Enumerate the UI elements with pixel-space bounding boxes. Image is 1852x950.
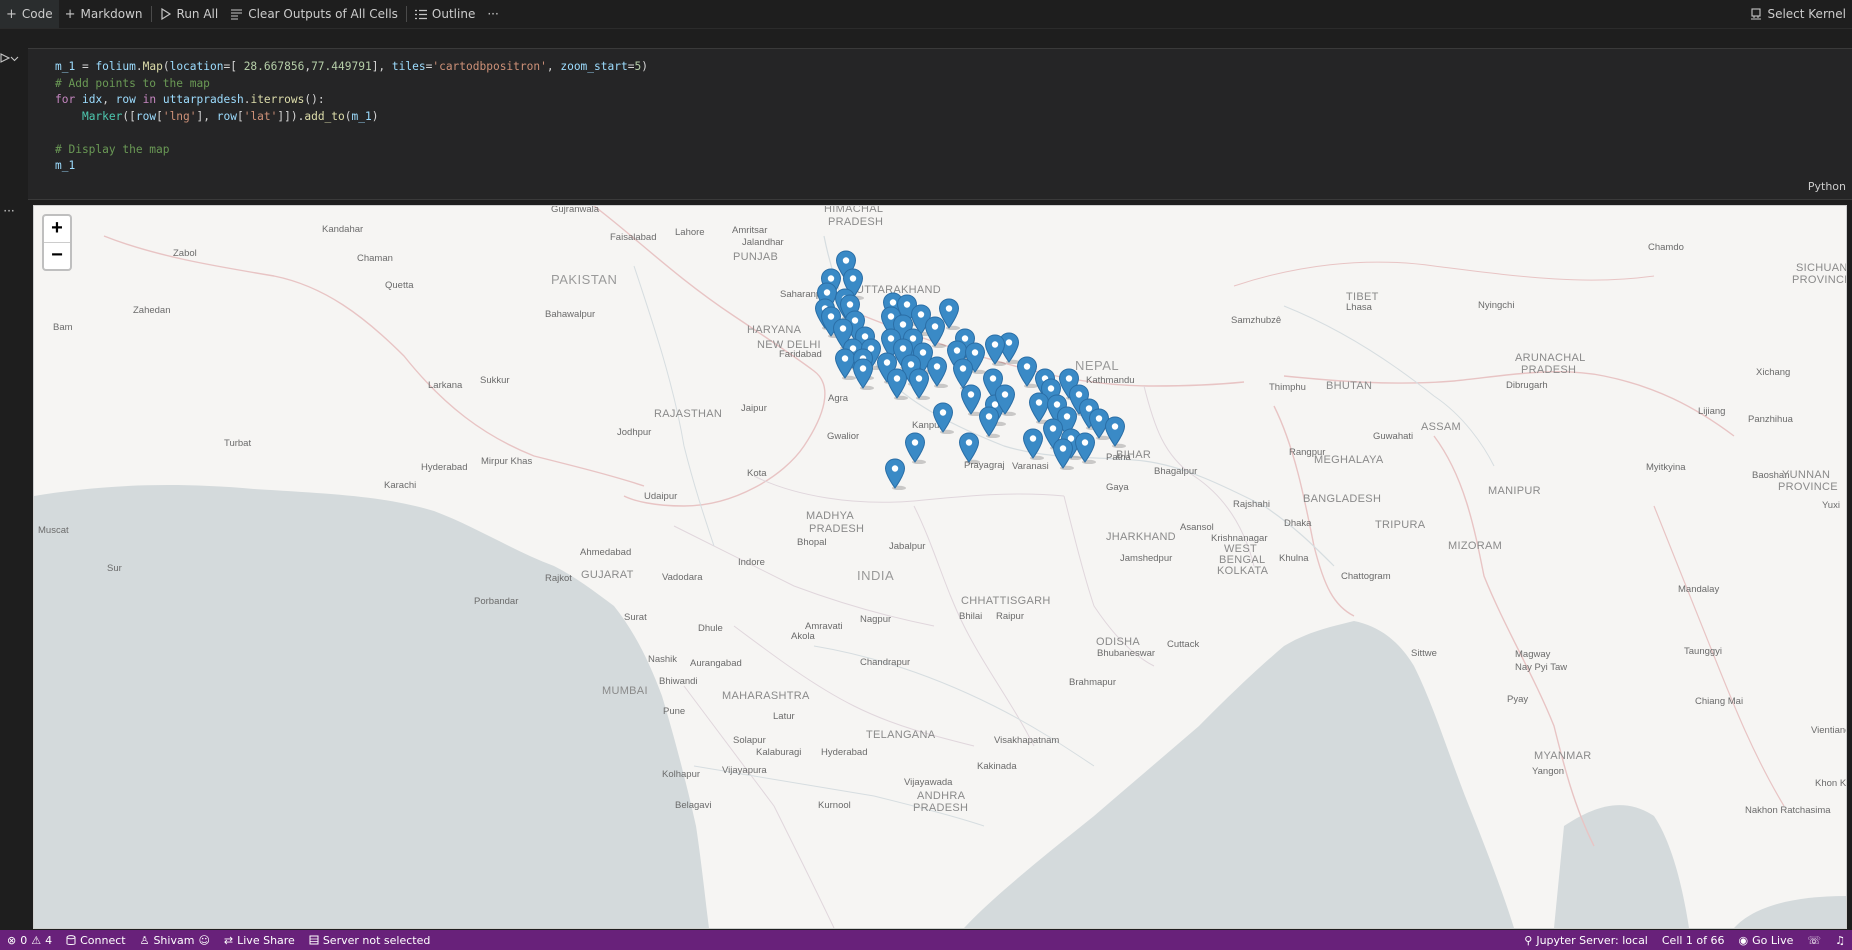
zoom-in-button[interactable]: + bbox=[44, 216, 70, 243]
broadcast-icon: ◉ bbox=[1738, 933, 1749, 947]
clear-outputs-label: Clear Outputs of All Cells bbox=[248, 7, 398, 21]
map-marker-pin-icon[interactable] bbox=[886, 368, 908, 400]
clear-all-icon bbox=[231, 9, 243, 20]
error-icon: ⊗ bbox=[7, 933, 17, 947]
live-share-icon: ⇄ bbox=[223, 933, 234, 947]
zoom-out-button[interactable]: − bbox=[44, 243, 70, 269]
feedback-icon: ☏ bbox=[1807, 933, 1822, 947]
go-live-label: Go Live bbox=[1752, 933, 1794, 947]
map-marker-pin-icon[interactable] bbox=[908, 368, 930, 400]
cell-language-label[interactable]: Python bbox=[1808, 180, 1846, 193]
map-marker-pin-icon[interactable] bbox=[1074, 432, 1096, 464]
code-line-4: Marker([row['lng'], row['lat']]).add_to(… bbox=[81, 109, 379, 123]
status-bar: ⊗ 0 ⚠ 4 Connect ♙ Shivam ☺ ⇄ Live Share … bbox=[0, 930, 1852, 950]
code-cell[interactable]: m_1 = folium.Map(location=[ 28.667856,77… bbox=[28, 48, 1852, 200]
play-icon bbox=[160, 8, 171, 20]
map-marker-pin-icon[interactable] bbox=[932, 402, 954, 434]
jupyter-label: Jupyter Server: local bbox=[1536, 933, 1648, 947]
code-line-7: m_1 bbox=[55, 159, 76, 172]
go-live-button[interactable]: ◉ Go Live bbox=[1732, 930, 1801, 950]
problems-indicator[interactable]: ⊗ 0 ⚠ 4 bbox=[0, 930, 59, 950]
ellipsis-icon: ··· bbox=[487, 7, 499, 21]
live-share-button[interactable]: ⇄ Live Share bbox=[217, 930, 302, 950]
add-markdown-cell-button[interactable]: + Markdown bbox=[59, 0, 149, 28]
server-label: Server not selected bbox=[322, 933, 431, 947]
run-all-button[interactable]: Run All bbox=[154, 0, 225, 28]
output-actions-button[interactable]: ··· bbox=[0, 204, 18, 218]
code-editor[interactable]: m_1 = folium.Map(location=[ 28.667856,77… bbox=[55, 59, 648, 175]
plus-icon: + bbox=[6, 6, 17, 22]
map-marker-pin-icon[interactable] bbox=[1104, 416, 1126, 448]
connect-button[interactable]: Connect bbox=[59, 930, 132, 950]
outline-label: Outline bbox=[431, 7, 476, 21]
play-icon bbox=[0, 53, 10, 63]
folium-map-output[interactable]: Gujranwala HIMACHAL PRADESH Kandahar Faisala… bbox=[33, 205, 1847, 929]
map-marker-pin-icon[interactable] bbox=[984, 334, 1006, 366]
warning-count: 4 bbox=[45, 933, 53, 947]
outline-button[interactable]: Outline bbox=[409, 0, 481, 28]
map-marker-pin-icon[interactable] bbox=[852, 358, 874, 390]
live-share-label: Live Share bbox=[237, 933, 295, 947]
cell-position-label: Cell 1 of 66 bbox=[1661, 933, 1725, 947]
emoji-icon: ☺ bbox=[198, 933, 210, 947]
chevron-down-icon bbox=[10, 56, 19, 61]
connect-label: Connect bbox=[80, 933, 126, 947]
server-selector[interactable]: Server not selected bbox=[302, 930, 438, 950]
toolbar-separator bbox=[150, 6, 152, 22]
run-cell-button[interactable] bbox=[0, 50, 24, 66]
error-count: 0 bbox=[20, 933, 28, 947]
select-kernel-button[interactable]: Select Kernel bbox=[1744, 0, 1852, 28]
toolbar-separator bbox=[405, 6, 407, 22]
user-account-item[interactable]: ♙ Shivam ☺ bbox=[133, 930, 217, 950]
server-icon bbox=[309, 935, 319, 945]
code-line-3: for idx, row in uttarpradesh.iterrows(): bbox=[55, 93, 325, 106]
map-marker-pin-icon[interactable] bbox=[1052, 438, 1074, 470]
code-line-2: # Add points to the map bbox=[55, 76, 210, 90]
cell-position-item[interactable]: Cell 1 of 66 bbox=[1655, 930, 1732, 950]
clear-outputs-button[interactable]: Clear Outputs of All Cells bbox=[224, 0, 404, 28]
jupyter-server-item[interactable]: ⚲ Jupyter Server: local bbox=[1517, 930, 1655, 950]
map-marker-pin-icon[interactable] bbox=[1022, 428, 1044, 460]
person-icon: ♙ bbox=[139, 933, 150, 947]
database-icon bbox=[66, 934, 76, 945]
run-all-label: Run All bbox=[176, 7, 219, 21]
list-icon bbox=[414, 9, 427, 19]
toolbar-divider bbox=[0, 28, 1852, 29]
plus-icon: + bbox=[64, 6, 76, 22]
plug-icon: ⚲ bbox=[1524, 933, 1533, 947]
zoom-control: + − bbox=[42, 214, 72, 271]
feedback-button[interactable]: ☏ bbox=[1800, 930, 1828, 950]
bell-icon: ♫ bbox=[1835, 933, 1845, 947]
notifications-button[interactable]: ♫ bbox=[1828, 930, 1852, 950]
warning-icon: ⚠ bbox=[31, 933, 42, 947]
code-label: Code bbox=[21, 7, 53, 21]
select-kernel-label: Select Kernel bbox=[1767, 7, 1846, 21]
code-line-1: m_1 = folium.Map(location=[ 28.667856,77… bbox=[55, 60, 648, 73]
code-line-6: # Display the map bbox=[55, 142, 170, 156]
map-marker-pin-icon[interactable] bbox=[978, 406, 1000, 438]
markdown-label: Markdown bbox=[80, 7, 143, 21]
notebook-toolbar: + Code + Markdown Run All Clear Outputs … bbox=[0, 0, 1852, 28]
add-code-cell-button[interactable]: + Code bbox=[0, 0, 59, 28]
map-marker-pin-icon[interactable] bbox=[958, 432, 980, 464]
map-marker-pin-icon[interactable] bbox=[884, 458, 906, 490]
more-actions-button[interactable]: ··· bbox=[481, 0, 504, 28]
user-label: Shivam bbox=[153, 933, 195, 947]
kernel-icon bbox=[1751, 8, 1762, 20]
map-marker-pin-icon[interactable] bbox=[904, 432, 926, 464]
